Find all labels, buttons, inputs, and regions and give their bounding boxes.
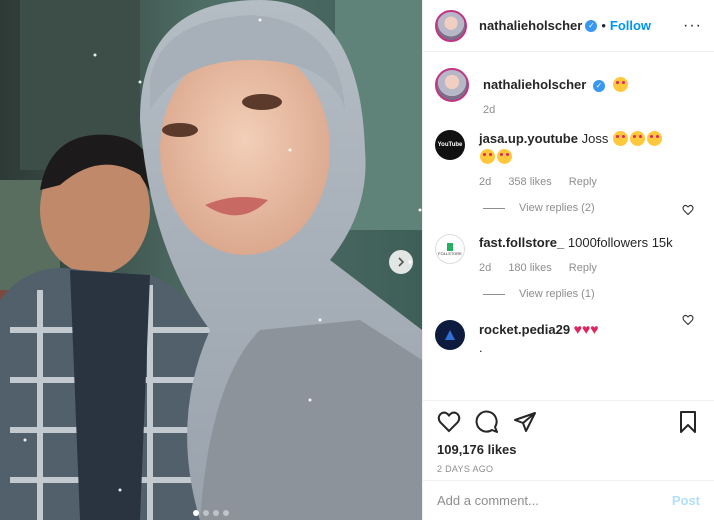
verified-badge-icon: ✓ <box>585 19 598 32</box>
caption-username[interactable]: nathalieholscher <box>483 77 586 92</box>
replies-divider-line <box>483 293 505 295</box>
instagram-post: nathalieholscher ✓ • Follow ··· nathalie… <box>0 0 714 520</box>
carousel-dot <box>203 510 209 516</box>
view-replies-button[interactable]: View replies (2) <box>483 202 714 214</box>
carousel-dot <box>223 510 229 516</box>
comments-section: nathalieholscher ✓ 2d YouTube jasa.up.yo… <box>423 52 714 400</box>
comment-time: 2d <box>479 176 492 188</box>
header-separator: • <box>601 18 606 33</box>
post-header: nathalieholscher ✓ • Follow ··· <box>423 0 714 52</box>
rocket-logo-icon <box>445 330 455 340</box>
follow-button[interactable]: Follow <box>610 18 651 33</box>
comment-username[interactable]: rocket.pedia29 <box>479 322 570 337</box>
store-logo-icon <box>447 242 453 251</box>
share-paper-plane-icon[interactable] <box>513 410 537 434</box>
heart-eyes-emoji-icon <box>629 131 645 146</box>
view-replies-label: View replies (2) <box>519 202 595 214</box>
action-bar <box>423 400 714 442</box>
post-date: 2 DAYS AGO <box>437 464 494 474</box>
heart-eyes-emoji-icon <box>646 131 662 146</box>
commenter-avatar[interactable] <box>435 320 465 350</box>
author-username[interactable]: nathalieholscher <box>479 18 582 33</box>
heart-eyes-emoji-icon <box>497 149 512 164</box>
comment-item: rocket.pedia29 ♥♥♥ . <box>435 320 714 357</box>
comment-time: 2d <box>479 262 492 274</box>
post-side-panel: nathalieholscher ✓ • Follow ··· nathalie… <box>422 0 714 520</box>
comment-text: 1000followers 15k <box>567 235 673 250</box>
smiling-face-hearts-emoji-icon <box>612 77 628 92</box>
next-slide-button[interactable] <box>389 250 413 274</box>
post-photo[interactable] <box>0 0 422 520</box>
reply-button[interactable]: Reply <box>569 176 597 188</box>
save-bookmark-icon[interactable] <box>676 410 700 434</box>
avatar-logo-text: YouTube <box>437 142 463 148</box>
chevron-right-icon <box>398 257 405 267</box>
like-heart-icon[interactable] <box>437 410 461 434</box>
heart-eyes-emoji-icon <box>612 131 628 146</box>
comment-item: YouTube jasa.up.youtube Joss 2d 358 like… <box>435 130 714 216</box>
heart-eyes-emoji-icon <box>480 149 495 164</box>
commenter-avatar[interactable]: FOLLSTORE <box>435 234 465 264</box>
replies-divider-line <box>483 207 505 209</box>
red-heart-emoji-icon: ♥ <box>573 321 582 337</box>
comment-bubble-icon[interactable] <box>475 410 499 434</box>
comment-text: . <box>479 340 483 355</box>
comment-item: FOLLSTORE fast.follstore_ 1000followers … <box>435 234 714 326</box>
carousel-dot <box>193 510 199 516</box>
comment-username[interactable]: jasa.up.youtube <box>479 131 578 146</box>
view-replies-button[interactable]: View replies (1) <box>483 288 714 300</box>
caption-time: 2d <box>483 104 496 116</box>
reply-button[interactable]: Reply <box>569 262 597 274</box>
add-comment-bar: Post <box>423 480 714 520</box>
view-replies-label: View replies (1) <box>519 288 595 300</box>
add-comment-input[interactable] <box>437 493 672 508</box>
post-comment-button[interactable]: Post <box>672 493 700 508</box>
comment-text: Joss <box>581 131 609 146</box>
comment-username[interactable]: fast.follstore_ <box>479 235 564 250</box>
carousel-dot <box>213 510 219 516</box>
more-options-icon[interactable]: ··· <box>683 17 702 35</box>
verified-badge-icon: ✓ <box>592 79 605 92</box>
comment-likes[interactable]: 358 likes <box>508 176 551 188</box>
like-comment-heart-icon[interactable] <box>682 314 694 326</box>
caption-row: nathalieholscher ✓ 2d <box>435 68 714 116</box>
commenter-avatar[interactable]: YouTube <box>435 130 465 160</box>
likes-count[interactable]: 109,176 likes <box>423 442 714 460</box>
red-heart-emoji-icon: ♥ <box>590 321 599 337</box>
comment-likes[interactable]: 180 likes <box>508 262 551 274</box>
selfie-photo <box>0 0 422 520</box>
caption-author-avatar[interactable] <box>435 68 469 102</box>
like-comment-heart-icon[interactable] <box>682 204 694 216</box>
author-avatar[interactable] <box>435 9 467 42</box>
avatar-logo-text: FOLLSTORE <box>438 250 462 256</box>
carousel-dots <box>0 510 422 516</box>
